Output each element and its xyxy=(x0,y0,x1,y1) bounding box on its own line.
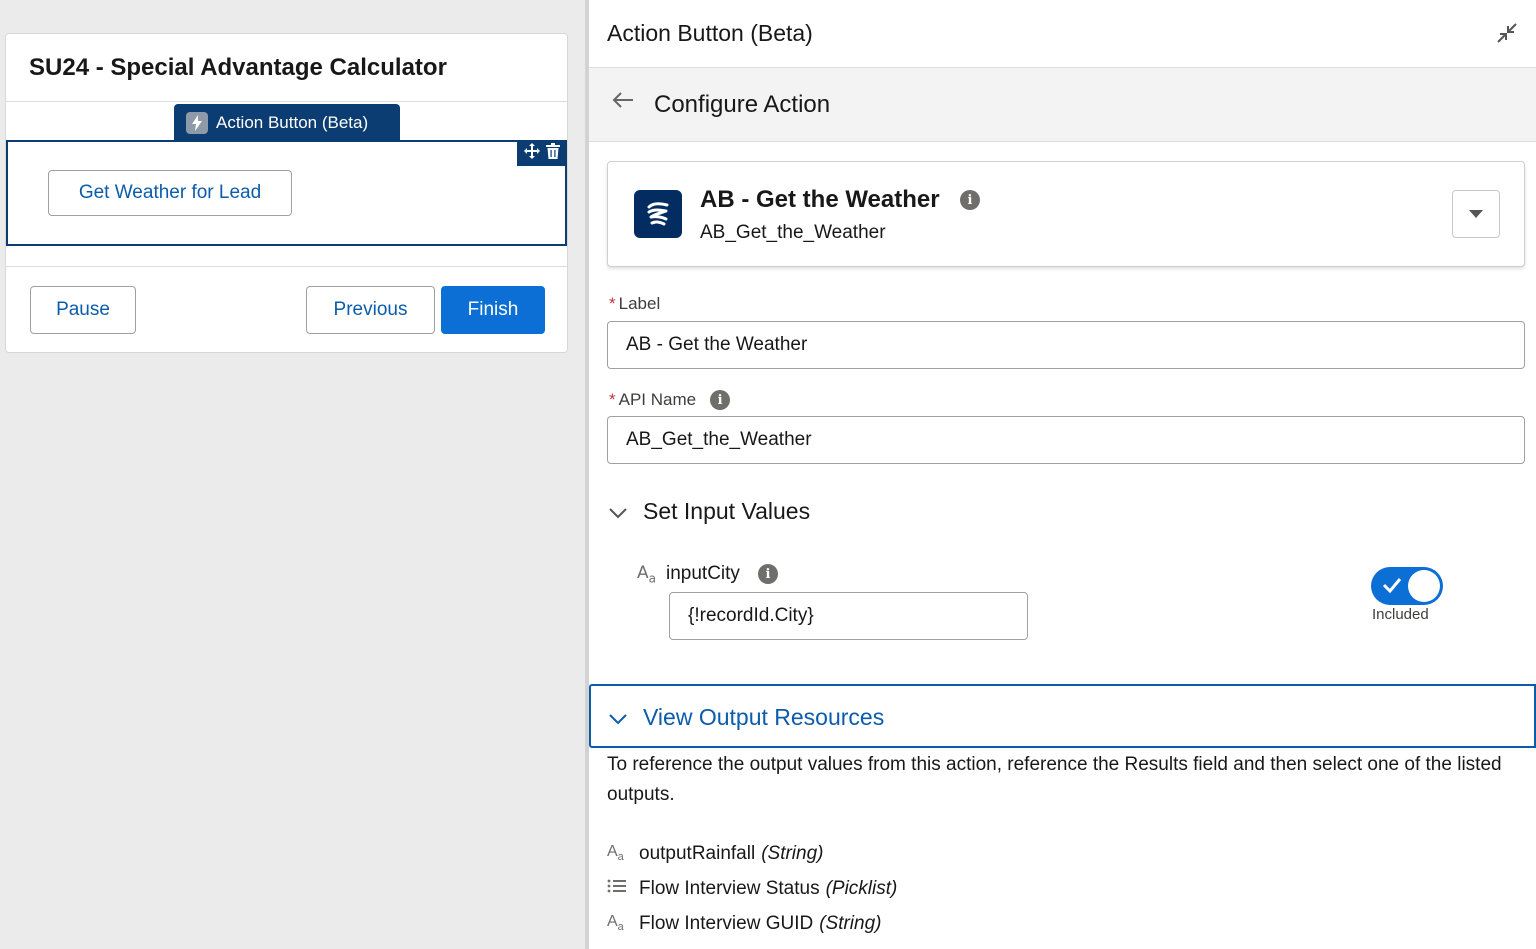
properties-panel: Action Button (Beta) Configure Action AB… xyxy=(589,0,1536,949)
list-item: Aa outputRainfall (String) xyxy=(607,836,897,871)
required-marker: * xyxy=(609,294,616,313)
lightning-icon xyxy=(186,112,208,134)
action-name: AB - Get the Weather xyxy=(700,186,940,213)
api-name-text: API Name xyxy=(618,390,697,409)
screen-card: SU24 - Special Advantage Calculator Acti… xyxy=(5,33,568,353)
pause-button[interactable]: Pause xyxy=(30,286,136,334)
component-toolbar xyxy=(517,140,567,166)
chevron-down-icon xyxy=(1469,210,1483,218)
checkmark-icon xyxy=(1382,578,1402,594)
view-output-resources-toggle[interactable]: View Output Resources xyxy=(607,704,884,731)
get-weather-button[interactable]: Get Weather for Lead xyxy=(48,170,292,216)
back-arrow-icon[interactable] xyxy=(611,88,635,119)
action-api-name: AB_Get_the_Weather xyxy=(700,222,886,243)
text-type-icon: Aa xyxy=(607,913,624,934)
move-icon[interactable] xyxy=(524,142,540,164)
info-icon[interactable]: i xyxy=(757,564,778,585)
toggle-knob xyxy=(1408,570,1440,602)
panel-header: Action Button (Beta) xyxy=(589,0,1536,68)
divider xyxy=(6,101,567,102)
panel-title: Action Button (Beta) xyxy=(607,20,813,46)
section-title: View Output Resources xyxy=(643,704,885,730)
output-name: Flow Interview GUID xyxy=(639,912,814,934)
action-dropdown-button[interactable] xyxy=(1452,190,1500,238)
required-marker: * xyxy=(609,390,616,409)
text-type-icon: Aa xyxy=(607,843,624,864)
component-tag[interactable]: Action Button (Beta) xyxy=(174,104,400,142)
input-city-field[interactable]: {!recordId.City} xyxy=(669,592,1028,640)
delete-icon[interactable] xyxy=(546,142,560,164)
input-parameter-name: inputCity xyxy=(666,563,740,585)
view-output-resources-header[interactable]: View Output Resources xyxy=(589,684,1536,748)
chevron-down-icon xyxy=(609,507,627,518)
output-name: outputRainfall xyxy=(639,842,756,864)
input-parameter-row: Aa inputCity i xyxy=(637,563,778,585)
text-type-icon: Aa xyxy=(637,563,656,586)
configure-action-bar: Configure Action xyxy=(589,68,1536,142)
output-description: To reference the output values from this… xyxy=(607,754,1502,805)
list-item: Aa Flow Interview GUID (String) xyxy=(607,906,897,941)
output-list: Aa outputRainfall (String) Flow Intervie… xyxy=(607,836,897,941)
section-title: Set Input Values xyxy=(643,498,811,524)
list-item: Flow Interview Status (Picklist) xyxy=(607,871,897,906)
info-icon[interactable]: i xyxy=(710,390,731,410)
collapse-icon[interactable] xyxy=(1496,22,1520,46)
label-input[interactable]: AB - Get the Weather xyxy=(607,321,1525,369)
component-tag-label: Action Button (Beta) xyxy=(216,113,369,132)
divider xyxy=(6,266,567,267)
toggle-label: Included xyxy=(1372,606,1429,623)
selected-action-card: AB - Get the Weather i AB_Get_the_Weathe… xyxy=(607,161,1525,267)
api-name-field-label: * API Name i xyxy=(609,390,731,410)
selected-component-frame[interactable]: Get Weather for Lead xyxy=(6,140,567,246)
screen-title: SU24 - Special Advantage Calculator xyxy=(29,54,447,81)
included-toggle[interactable] xyxy=(1371,567,1443,605)
set-input-values-toggle[interactable]: Set Input Values xyxy=(607,498,810,525)
output-type: (Picklist) xyxy=(825,877,898,899)
finish-button[interactable]: Finish xyxy=(441,286,545,334)
label-text: Label xyxy=(618,294,661,313)
flow-icon xyxy=(634,190,682,238)
label-field-label: * Label xyxy=(609,294,660,314)
chevron-down-icon xyxy=(609,713,627,724)
flow-canvas: SU24 - Special Advantage Calculator Acti… xyxy=(0,0,588,949)
info-icon[interactable]: i xyxy=(960,190,980,210)
api-name-input[interactable]: AB_Get_the_Weather xyxy=(607,416,1525,464)
configure-action-title: Configure Action xyxy=(654,91,831,118)
output-name: Flow Interview Status xyxy=(639,877,820,899)
output-type: (String) xyxy=(819,912,882,934)
output-type: (String) xyxy=(761,842,824,864)
list-icon xyxy=(607,878,629,899)
previous-button[interactable]: Previous xyxy=(306,286,435,334)
